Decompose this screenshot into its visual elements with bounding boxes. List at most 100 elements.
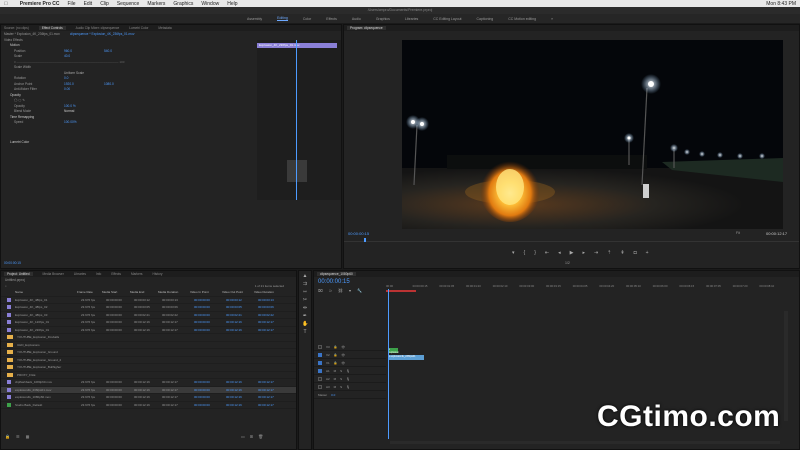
col-video-out[interactable]: Video Out Point	[222, 290, 254, 294]
param-value[interactable]: 0.0	[64, 76, 104, 80]
mic-icon[interactable]: 🎙	[346, 377, 350, 381]
bin-row[interactable]: UHD_Explosions	[1, 342, 296, 349]
in-point-icon[interactable]: {	[524, 250, 526, 256]
program-timecode[interactable]: 00:00:00:15	[348, 231, 369, 236]
type-tool-icon[interactable]: T	[302, 329, 308, 335]
clip-row[interactable]: Explosion_4K_236fps_01 23.976 fps 00:00:00…	[1, 327, 296, 334]
track-header-master[interactable]: Master 0.0	[314, 391, 386, 399]
menu-file[interactable]: File	[68, 1, 76, 7]
out-point-icon[interactable]: }	[534, 250, 536, 256]
workspace-tab[interactable]: CC Editing Layout	[433, 17, 461, 21]
program-scrub-bar[interactable]	[344, 238, 799, 242]
tab-markers[interactable]: Markers	[131, 272, 143, 276]
mute-button[interactable]: M	[334, 377, 337, 381]
tab-effect-controls[interactable]: Effect Controls	[38, 26, 66, 30]
col-media-start[interactable]: Media Start	[102, 290, 130, 294]
opacity-value[interactable]: 100.0 %	[64, 104, 104, 108]
workspace-tab-active[interactable]: Editing	[277, 16, 288, 21]
clip-row[interactable]: Explosion_4K_120fps_01 23.976 fps 00:00:00…	[1, 319, 296, 327]
wrench-icon[interactable]: 🔧	[357, 288, 362, 293]
vertical-scrollbar[interactable]	[784, 311, 788, 421]
app-name[interactable]: Premiere Pro CC	[20, 1, 60, 7]
snap-icon[interactable]: ⊃	[329, 288, 332, 293]
mask-tools[interactable]: ◯ ▢ ✎	[14, 98, 25, 102]
track-header-a1[interactable]: A1 M S 🎙	[314, 367, 386, 375]
mic-icon[interactable]: 🎙	[346, 385, 350, 389]
bin-row[interactable]: PROXY_FILE	[1, 372, 296, 379]
track-header-v2[interactable]: V2 🔒 👁	[314, 351, 386, 359]
tab-audio-clip-mixer[interactable]: Audio Clip Mixer: clipsequence	[76, 26, 120, 30]
play-icon[interactable]: ▶	[570, 250, 574, 256]
step-forward-icon[interactable]: ▸	[582, 250, 585, 256]
eye-icon[interactable]: 👁	[341, 345, 345, 349]
clip-v2-explosion[interactable]: fx Explosion	[388, 348, 399, 354]
col-media-end[interactable]: Media End	[130, 290, 158, 294]
eye-icon[interactable]: 👁	[341, 361, 345, 365]
lock-icon[interactable]: 🔒	[334, 345, 338, 349]
track-toggle[interactable]	[318, 352, 322, 357]
scale-slider[interactable]: 0 ──────────────────────────────────────…	[4, 60, 124, 64]
extract-icon[interactable]: ⇞	[620, 250, 624, 256]
icon-view-icon[interactable]: ▦	[26, 434, 30, 439]
pen-tool-icon[interactable]: ✒	[302, 313, 308, 319]
param-value[interactable]: 1080.0	[104, 82, 144, 86]
track-toggle[interactable]	[318, 344, 322, 349]
item-name[interactable]: explosion4k_1080p60.mov	[15, 395, 81, 399]
mute-button[interactable]: M	[334, 385, 337, 389]
item-name[interactable]: Explosion_4K_120fps_01	[15, 320, 81, 324]
workspace-tab[interactable]: Libraries	[405, 17, 418, 21]
track-toggle[interactable]	[318, 368, 322, 373]
workspace-overflow-icon[interactable]: »	[551, 17, 553, 21]
tab-libraries[interactable]: Libraries	[74, 272, 86, 276]
col-name[interactable]: Name	[1, 290, 77, 294]
tab-source[interactable]: Source: (no clips)	[4, 26, 29, 30]
sequence-label[interactable]: clipsequence * Explosion_4K_236fps_01.mo…	[70, 32, 135, 36]
timeline-playhead[interactable]	[388, 289, 389, 439]
item-name[interactable]: clipflashback_1080p60.mov	[15, 380, 81, 384]
tab-metadata[interactable]: Metadata	[158, 26, 171, 30]
param-value[interactable]: 0.00	[64, 87, 104, 91]
item-name[interactable]: PROXY_FILE	[17, 373, 83, 377]
tab-project[interactable]: Project: Untitled	[4, 272, 33, 276]
add-marker-icon[interactable]: ▾	[349, 288, 351, 293]
item-name[interactable]: explosion4k_236fps01.mov	[15, 388, 81, 392]
opacity-heading[interactable]: Opacity	[10, 93, 21, 97]
item-name[interactable]: Explosion_4K_48fps_01	[15, 298, 81, 302]
fit-dropdown[interactable]: Fit	[736, 231, 740, 235]
track-toggle[interactable]	[318, 376, 322, 381]
lumetri-heading[interactable]: Lumetri Color	[10, 140, 29, 144]
workspace-tab[interactable]: Color	[303, 17, 311, 21]
tab-history[interactable]: History	[153, 272, 163, 276]
track-header-v1[interactable]: V1 🔒 👁	[314, 359, 386, 367]
item-name[interactable]: Studio Back_Default	[15, 403, 81, 407]
camera-icon[interactable]: ◘	[634, 250, 637, 256]
timeline-timecode[interactable]: 00:00:00:15	[318, 279, 350, 285]
list-view-icon[interactable]: ☰	[16, 434, 20, 439]
linked-selection-icon[interactable]: ⛓	[338, 288, 343, 293]
param-value[interactable]: 1920.0	[64, 82, 104, 86]
workspace-tab[interactable]: Audio	[352, 17, 361, 21]
track-header-a2[interactable]: A2 M S 🎙	[314, 375, 386, 383]
blend-mode-select[interactable]: Normal	[64, 109, 104, 113]
speed-value[interactable]: 100.00%	[64, 120, 104, 124]
lift-icon[interactable]: ⇡	[607, 250, 611, 256]
workspace-tab[interactable]: Effects	[326, 17, 337, 21]
clip-row[interactable]: Explosion_4K_48fps_02 23.976 fps 00:00:00:…	[1, 304, 296, 312]
menu-sequence[interactable]: Sequence	[117, 1, 140, 7]
new-item-icon[interactable]: ⊞	[250, 434, 253, 439]
selection-tool-icon[interactable]: ▲	[302, 273, 308, 279]
uniform-scale-checkbox[interactable]: Uniform Scale	[64, 71, 104, 75]
track-header-a3[interactable]: A3 M S 🎙	[314, 383, 386, 391]
menu-graphics[interactable]: Graphics	[173, 1, 193, 7]
track-select-tool-icon[interactable]: ⇉	[302, 281, 308, 287]
solo-button[interactable]: S	[340, 385, 342, 389]
clip-row[interactable]: explosion4k_1080p60.mov 23.976 fps 00:00:0…	[1, 394, 296, 402]
clip-row[interactable]: Explosion_4K_48fps_03 23.976 fps 00:00:00:…	[1, 312, 296, 319]
mic-icon[interactable]: 🎙	[346, 369, 350, 373]
menu-help[interactable]: Help	[227, 1, 237, 7]
playback-resolution[interactable]: 1/2	[565, 261, 570, 265]
button-editor-icon[interactable]: +	[646, 250, 649, 256]
col-frame-rate[interactable]: Frame Rate	[77, 290, 102, 294]
horizontal-scrollbar[interactable]	[390, 441, 780, 444]
clip-row[interactable]: clipflashback_1080p60.mov 23.976 fps 00:00…	[1, 379, 296, 387]
